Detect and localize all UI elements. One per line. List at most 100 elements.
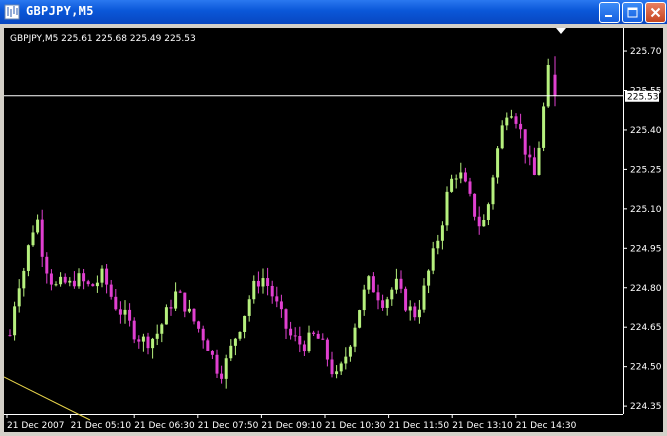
candle-body — [210, 350, 214, 355]
x-tick-label: 21 Dec 05:10 — [71, 421, 132, 431]
candle-body — [491, 177, 495, 205]
candle-body — [114, 296, 118, 310]
candle-body — [224, 358, 228, 379]
price-chart[interactable]: GBPJPY,M5 225.61 225.68 225.49 225.53 22… — [4, 28, 663, 432]
candle-body — [546, 64, 550, 107]
y-tick-label: 225.70 — [630, 47, 662, 57]
candle-body — [261, 278, 265, 287]
candle-body — [325, 339, 329, 360]
candle-body — [321, 338, 325, 340]
candle-body — [509, 116, 513, 118]
candle-body — [155, 333, 159, 339]
maximize-button[interactable] — [622, 2, 643, 23]
x-tick-label: 21 Dec 09:10 — [261, 421, 322, 431]
x-tick-label: 21 Dec 07:50 — [198, 421, 259, 431]
candle-body — [174, 291, 178, 309]
x-tick-label: 21 Dec 13:10 — [452, 421, 513, 431]
candle-body — [445, 191, 449, 226]
candle-body — [22, 270, 26, 289]
y-tick-label: 224.95 — [630, 244, 662, 254]
candle-body — [399, 278, 403, 289]
candle-body — [477, 216, 481, 227]
candle-body — [45, 256, 49, 274]
chart-window-icon — [4, 4, 20, 20]
candle-body — [178, 291, 182, 293]
candle-body — [243, 315, 247, 332]
candle-body — [151, 338, 155, 349]
candle-body — [348, 346, 352, 357]
candle-body — [307, 332, 311, 352]
x-tick-label: 21 Dec 10:30 — [325, 421, 386, 431]
candle-body — [169, 307, 173, 309]
candle-body — [381, 300, 385, 308]
candle-body — [164, 307, 168, 325]
candle-body — [279, 301, 283, 310]
candle-body — [486, 204, 490, 220]
candle-body — [505, 117, 509, 126]
y-tick-label: 225.10 — [630, 205, 662, 215]
candle-body — [123, 309, 127, 315]
candle-body — [408, 306, 412, 311]
x-tick-label: 21 Dec 2007 — [7, 421, 65, 431]
y-tick-label: 224.80 — [630, 284, 662, 294]
y-tick-label: 224.50 — [630, 363, 662, 373]
candle-body — [482, 219, 486, 227]
candle-body — [68, 280, 72, 283]
current-price-label: 225.53 — [627, 92, 659, 102]
candle-body — [330, 359, 334, 375]
candle-body — [385, 299, 389, 308]
candle-body — [468, 181, 472, 194]
candle-body — [128, 309, 132, 321]
candle-body — [8, 335, 12, 337]
candle-body — [72, 280, 76, 287]
candle-body — [141, 336, 145, 342]
candle-body — [553, 74, 557, 96]
minimize-icon — [605, 15, 612, 17]
candle-body — [86, 281, 90, 285]
chart-shift-marker[interactable] — [556, 28, 566, 34]
candle-body — [390, 289, 394, 300]
candle-body — [91, 284, 95, 287]
candle-body — [394, 278, 398, 290]
candle-body — [500, 125, 504, 149]
candle-body — [358, 310, 362, 328]
candle-body — [220, 373, 224, 379]
title-bar[interactable]: GBPJPY,M5 — [0, 0, 667, 24]
candle-body — [215, 354, 219, 374]
candle-body — [413, 306, 417, 318]
y-tick-label: 225.25 — [630, 165, 662, 175]
candle-body — [293, 335, 297, 337]
candle-body — [316, 333, 320, 339]
candle-body — [40, 219, 44, 257]
x-tick-label: 21 Dec 11:50 — [389, 421, 450, 431]
candle-body — [59, 276, 63, 285]
close-button[interactable] — [645, 2, 666, 23]
candle-body — [201, 328, 205, 341]
candle-body — [542, 106, 546, 148]
candle-body — [252, 280, 256, 300]
chart-plot-area[interactable]: GBPJPY,M5 225.61 225.68 225.49 225.53 22… — [4, 28, 663, 432]
candle-body — [229, 345, 233, 359]
candle-body — [422, 285, 426, 310]
candle-body — [63, 276, 67, 283]
candle-body — [206, 340, 210, 351]
candle-body — [275, 296, 279, 302]
candle-body — [289, 328, 293, 336]
candle-body — [417, 309, 421, 318]
candle-body — [537, 147, 541, 175]
candle-body — [353, 327, 357, 347]
y-tick-label: 224.65 — [630, 323, 662, 333]
window-title: GBPJPY,M5 — [26, 4, 94, 18]
y-tick-label: 225.40 — [630, 126, 662, 136]
candle-body — [36, 219, 40, 233]
candle-body — [109, 284, 113, 297]
candle-body — [256, 280, 260, 287]
candle-body — [233, 338, 237, 346]
candle-body — [266, 278, 270, 286]
candle-body — [197, 321, 201, 329]
minimize-button[interactable] — [599, 2, 620, 23]
candle-body — [187, 308, 191, 312]
candle-body — [192, 308, 196, 322]
y-tick-label: 224.35 — [630, 402, 662, 412]
candle-body — [312, 332, 316, 334]
